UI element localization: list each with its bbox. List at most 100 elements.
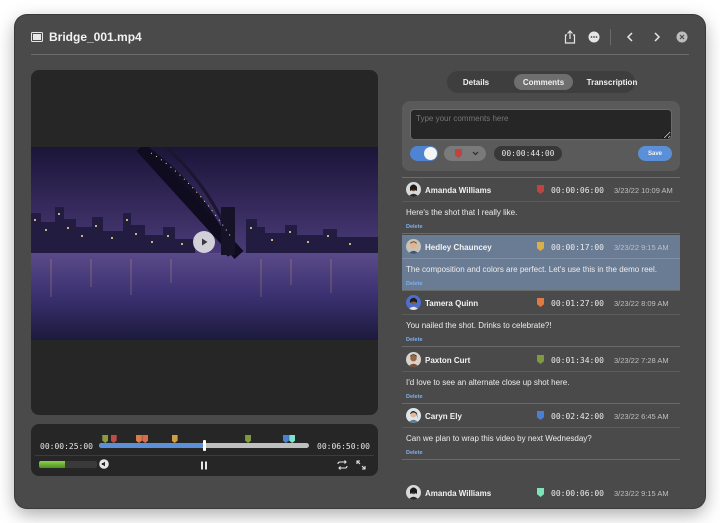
comment-marker-flag [537,242,544,251]
tab-comments[interactable]: Comments [514,74,573,90]
comment-header-divider [402,427,680,428]
volume-button[interactable] [99,459,109,469]
comment-item[interactable]: Tamera Quinn 00:01:27:00 3/23/22 8:09 AM… [402,291,680,347]
video-player[interactable] [31,70,378,415]
timeline-comment-marker[interactable] [171,435,178,443]
comment-author: Tamera Quinn [425,299,479,308]
comment-date: 3/23/22 10:09 AM [614,186,673,195]
comment-date: 3/23/22 9:15 AM [614,243,669,252]
comment-item[interactable]: Paxton Curt 00:01:34:00 3/23/22 7:28 AM … [402,348,680,404]
tab-transcription[interactable]: Transcription [579,74,645,90]
delete-comment-link[interactable]: Delete [406,394,423,400]
scrubber-progress [99,443,204,448]
save-button[interactable]: Save [638,146,672,161]
toggle-knob [424,147,437,160]
comment-marker-flag [537,298,544,307]
chevron-right-icon [654,32,661,42]
comment-item[interactable]: Caryn Ely 00:02:42:00 3/23/22 6:45 AM Ca… [402,404,680,460]
title-divider [31,54,689,55]
next-button[interactable] [649,29,665,45]
avatar [406,485,421,500]
scrubber-track[interactable] [99,435,309,451]
previous-button[interactable] [622,29,638,45]
controls-divider [35,455,374,456]
delete-comment-link[interactable]: Delete [406,281,423,287]
comment-author: Paxton Curt [425,356,471,365]
comment-date: 3/23/22 9:15 AM [614,489,669,498]
comment-timecode[interactable]: 00:01:34:00 [551,356,604,365]
comment-timecode[interactable]: 00:02:42:00 [551,412,604,421]
timeline-comment-marker[interactable] [110,435,117,443]
speaker-icon [99,459,109,469]
comment-header-divider [402,314,680,315]
timeline-comment-marker[interactable] [282,435,289,443]
playhead[interactable] [203,440,206,451]
fullscreen-button[interactable] [355,459,367,471]
comment-timecode[interactable]: 00:00:17:00 [551,243,604,252]
close-icon [676,31,688,43]
timeline-comment-marker[interactable] [289,435,296,443]
comment-item[interactable]: Amanda Williams 00:00:06:00 3/23/22 10:0… [402,178,680,234]
comment-header-divider [402,201,680,202]
comment-timecode[interactable]: 00:00:06:00 [551,186,604,195]
more-options-button[interactable] [586,29,602,45]
comment-author: Amanda Williams [425,489,492,498]
comment-input[interactable] [410,109,672,140]
delete-comment-link[interactable]: Delete [406,224,423,230]
marker-color-dropdown[interactable] [444,146,486,161]
comment-item[interactable]: Amanda Williams 00:00:06:00 3/23/22 9:15… [402,481,680,508]
comment-author: Caryn Ely [425,412,462,421]
comment-text: Can we plan to wrap this video by next W… [406,434,592,443]
close-button[interactable] [674,29,690,45]
chevron-down-icon [472,151,479,156]
comment-date: 3/23/22 7:28 AM [614,356,669,365]
pause-icon [201,461,207,469]
more-icon [588,31,600,43]
pause-button[interactable] [199,460,209,470]
view-tabs: Details Comments Transcription [447,71,637,93]
share-button[interactable] [562,29,578,45]
comments-list: Amanda Williams 00:00:06:00 3/23/22 10:0… [402,178,680,508]
expand-icon [356,460,366,470]
avatar-image [406,352,421,367]
comment-marker-flag [537,411,544,420]
chevron-left-icon [626,32,633,42]
comment-text: You nailed the shot. Drinks to celebrate… [406,321,552,330]
play-button-overlay[interactable] [193,231,215,253]
loop-icon [336,460,348,470]
comment-marker-flag [537,488,544,497]
timeline-comment-marker[interactable] [102,435,109,443]
avatar-image [406,485,421,500]
title-bar: Bridge_001.mp4 [15,15,705,55]
comment-marker-flag [537,355,544,364]
marker-flag-icon [455,149,462,158]
comment-timecode[interactable]: 00:00:06:00 [551,489,604,498]
comment-date: 3/23/22 8:09 AM [614,299,669,308]
comment-timecode[interactable]: 00:01:27:00 [551,299,604,308]
comment-composer: 00:00:44:00 Save [402,101,680,171]
avatar [406,408,421,423]
delete-comment-link[interactable]: Delete [406,337,423,343]
avatar-image [406,295,421,310]
share-icon [564,30,576,44]
app-window: Bridge_001.mp4 00:00:25:00 00:06:50:00 D… [15,15,705,508]
comment-author: Hedley Chauncey [425,243,492,252]
comment-header-divider [402,371,680,372]
timeline-comment-marker[interactable] [245,435,252,443]
loop-button[interactable] [336,459,348,471]
tab-details[interactable]: Details [453,74,499,90]
avatar-image [406,182,421,197]
timeline-comment-marker[interactable] [135,435,142,443]
film-icon [31,32,43,42]
comment-timecode: 00:00:44:00 [494,146,562,161]
duration: 00:06:50:00 [317,442,370,451]
avatar [406,352,421,367]
timecode-toggle[interactable] [410,146,438,161]
timeline-comment-marker[interactable] [142,435,149,443]
comment-item-selected[interactable]: Hedley Chauncey 00:00:17:00 3/23/22 9:15… [402,235,680,291]
volume-slider[interactable] [39,461,97,468]
delete-comment-link[interactable]: Delete [406,450,423,456]
playback-controls: 00:00:25:00 00:06:50:00 [31,424,378,476]
toolbar-divider [610,29,611,45]
comment-text: Here's the shot that I really like. [406,208,518,217]
